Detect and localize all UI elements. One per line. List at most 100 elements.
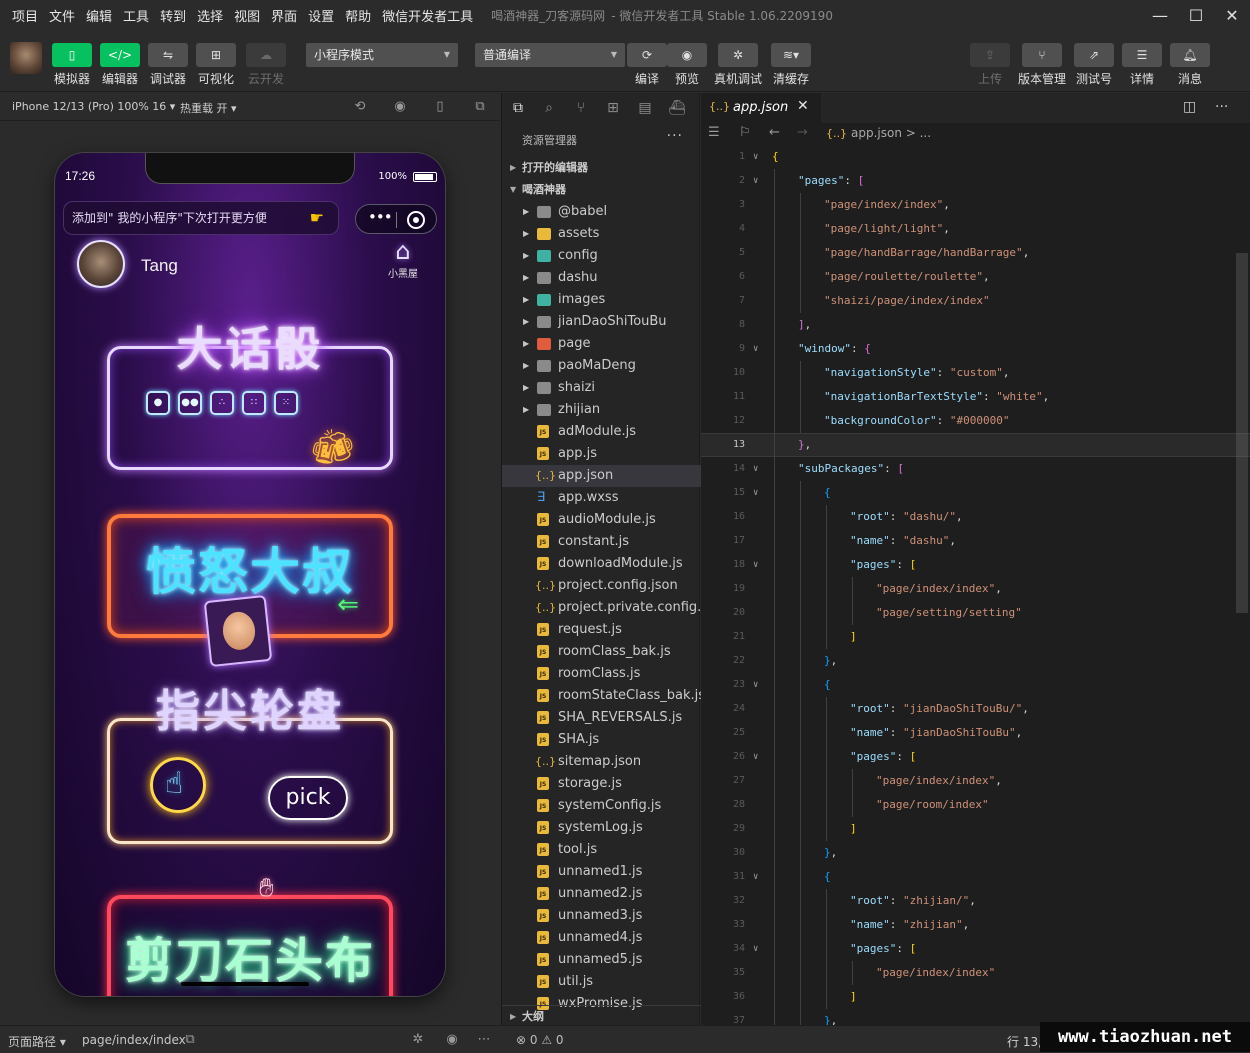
test-account-button[interactable]: ⇗ [1074,43,1114,67]
menu-settings[interactable]: 设置 [308,6,334,25]
code-line[interactable]: 18 ∨ "pages": [ [701,553,1250,577]
tree-file[interactable]: JS unnamed3.js [502,905,701,927]
tree-file[interactable]: JS tool.js [502,839,701,861]
code-line[interactable]: 34 ∨ "pages": [ [701,937,1250,961]
code-line[interactable]: 3 "page/index/index", [701,193,1250,217]
files-icon[interactable]: ⧉ [509,99,527,117]
code-line[interactable]: 26 ∨ "pages": [ [701,745,1250,769]
tree-file[interactable]: JS storage.js [502,773,701,795]
save-icon[interactable]: ▤ [636,99,654,117]
compile-button[interactable]: ⟳ [627,43,667,67]
list-icon[interactable]: ☰ [708,125,720,140]
code-line[interactable]: 16 "root": "dashu/", [701,505,1250,529]
extensions-icon[interactable]: ⊞ [604,99,622,117]
menu-project[interactable]: 项目 [12,6,38,25]
code-line[interactable]: 9 ∨ "window": { [701,337,1250,361]
code-line[interactable]: 22}, [701,649,1250,673]
tree-file[interactable]: {..}project.private.config.js... [502,597,701,619]
docker-icon[interactable]: ⛴︎ [668,99,686,117]
version-mgmt-button[interactable]: ⑂ [1022,43,1062,67]
game-card-angry-uncle[interactable]: 愤怒大叔 ⇐ [107,514,393,668]
code-line[interactable]: 29] [701,817,1250,841]
menu-wechat-devtools[interactable]: 微信开发者工具 [382,6,473,25]
more-icon[interactable]: ⋯ [476,1032,492,1048]
tree-file[interactable]: {..} project.config.json [502,575,701,597]
tree-file[interactable]: JS SHA_REVERSALS.js [502,707,701,729]
tree-file[interactable]: JS SHA.js [502,729,701,751]
hot-reload-toggle[interactable]: 热重载 开 ▾ [180,100,237,116]
outline-section[interactable]: ▶ 大纲 [502,1005,701,1025]
code-line[interactable]: 2 ∨ "pages": [ [701,169,1250,193]
details-button[interactable]: ☰ [1122,43,1162,67]
maximize-icon[interactable]: ☐ [1184,4,1208,26]
fold-chevron-icon[interactable]: ∨ [753,865,758,889]
tree-file[interactable]: JS unnamed4.js [502,927,701,949]
dark-room-button[interactable]: ⌂ 小黑屋 [383,237,423,280]
menu-tools[interactable]: 工具 [123,6,149,25]
simulator-toggle-button[interactable]: ▯ [52,43,92,67]
compile-mode-select[interactable]: 普通编译 ▼ [475,43,625,67]
copy-icon[interactable]: ⧉ [182,1032,198,1048]
phone-icon[interactable]: ▯ [432,99,448,115]
menu-view[interactable]: 视图 [234,6,260,25]
code-line[interactable]: 6 "page/roulette/roulette", [701,265,1250,289]
bug-icon[interactable]: ✲ [410,1032,426,1048]
page-path-select[interactable]: 页面路径 ▾ [8,1033,66,1050]
avatar[interactable] [10,42,42,74]
code-line[interactable]: 27 "page/index/index", [701,769,1250,793]
code-line[interactable]: 30}, [701,841,1250,865]
fold-chevron-icon[interactable]: ∨ [753,145,758,169]
menu-help[interactable]: 帮助 [345,6,371,25]
tree-folder[interactable]: ▶ config [502,245,701,267]
mode-select[interactable]: 小程序模式 ▼ [306,43,458,67]
code-line[interactable]: 5 "page/handBarrage/handBarrage", [701,241,1250,265]
code-line[interactable]: 31 ∨ { [701,865,1250,889]
tree-file[interactable]: JS unnamed2.js [502,883,701,905]
code-line[interactable]: 25 "name": "jianDaoShiTouBu", [701,721,1250,745]
tree-file[interactable]: {..} app.json [502,465,701,487]
code-line[interactable]: 23 ∨ { [701,673,1250,697]
tree-folder[interactable]: ▶ @babel [502,201,701,223]
tree-file[interactable]: JS request.js [502,619,701,641]
bookmark-icon[interactable]: ⚐ [739,125,751,140]
code-line[interactable]: 13}, [701,433,1250,457]
forward-arrow-icon[interactable]: → [797,125,808,140]
menu-file[interactable]: 文件 [49,6,75,25]
tree-file[interactable]: JS systemLog.js [502,817,701,839]
split-editor-icon[interactable]: ◫ [1183,99,1196,115]
tree-folder[interactable]: ▶ images [502,289,701,311]
tree-file[interactable]: JS unnamed1.js [502,861,701,883]
fold-chevron-icon[interactable]: ∨ [753,673,758,697]
back-arrow-icon[interactable]: ← [769,125,780,140]
tree-folder[interactable]: ▶ zhijian [502,399,701,421]
rotate-icon[interactable]: ⟲ [352,99,368,115]
upload-button[interactable]: ⇪ [970,43,1010,67]
fold-chevron-icon[interactable]: ∨ [753,937,758,961]
add-to-my-miniprogram-tip[interactable]: 添加到" 我的小程序"下次打开更方便 ☛ [63,201,339,235]
code-line[interactable]: 17 "name": "dashu", [701,529,1250,553]
remote-debug-button[interactable]: ✲ [718,43,758,67]
breadcrumb-path[interactable]: {..} app.json > ... [826,126,931,140]
cursor-position[interactable]: 行 13, [1007,1033,1042,1050]
tab-app-json[interactable]: {..} app.json ✕ [701,93,821,123]
preview-button[interactable]: ◉ [667,43,707,67]
code-line[interactable]: 8], [701,313,1250,337]
messages-button[interactable]: 🔔︎ [1170,43,1210,67]
fold-chevron-icon[interactable]: ∨ [753,745,758,769]
tree-folder[interactable]: ▶ jianDaoShiTouBu [502,311,701,333]
user-avatar[interactable] [77,240,125,288]
code-line[interactable]: 20 "page/setting/setting" [701,601,1250,625]
code-line[interactable]: 35 "page/index/index" [701,961,1250,985]
problems-status[interactable]: ⊗ 0 ⚠ 0 [501,1025,700,1053]
code-line[interactable]: 7 "shaizi/page/index/index" [701,289,1250,313]
popout-icon[interactable]: ⧉ [472,99,488,115]
tree-file[interactable]: JS roomClass.js [502,663,701,685]
eye-icon[interactable]: ◉ [444,1032,460,1048]
visual-toggle-button[interactable]: ⊞ [196,43,236,67]
more-icon[interactable]: ··· [1215,99,1228,115]
code-line[interactable]: 10 "navigationStyle": "custom", [701,361,1250,385]
close-miniprogram-icon[interactable] [407,211,425,229]
code-line[interactable]: 11 "navigationBarTextStyle": "white", [701,385,1250,409]
source-control-icon[interactable]: ⑂ [572,99,590,117]
fold-chevron-icon[interactable]: ∨ [753,169,758,193]
